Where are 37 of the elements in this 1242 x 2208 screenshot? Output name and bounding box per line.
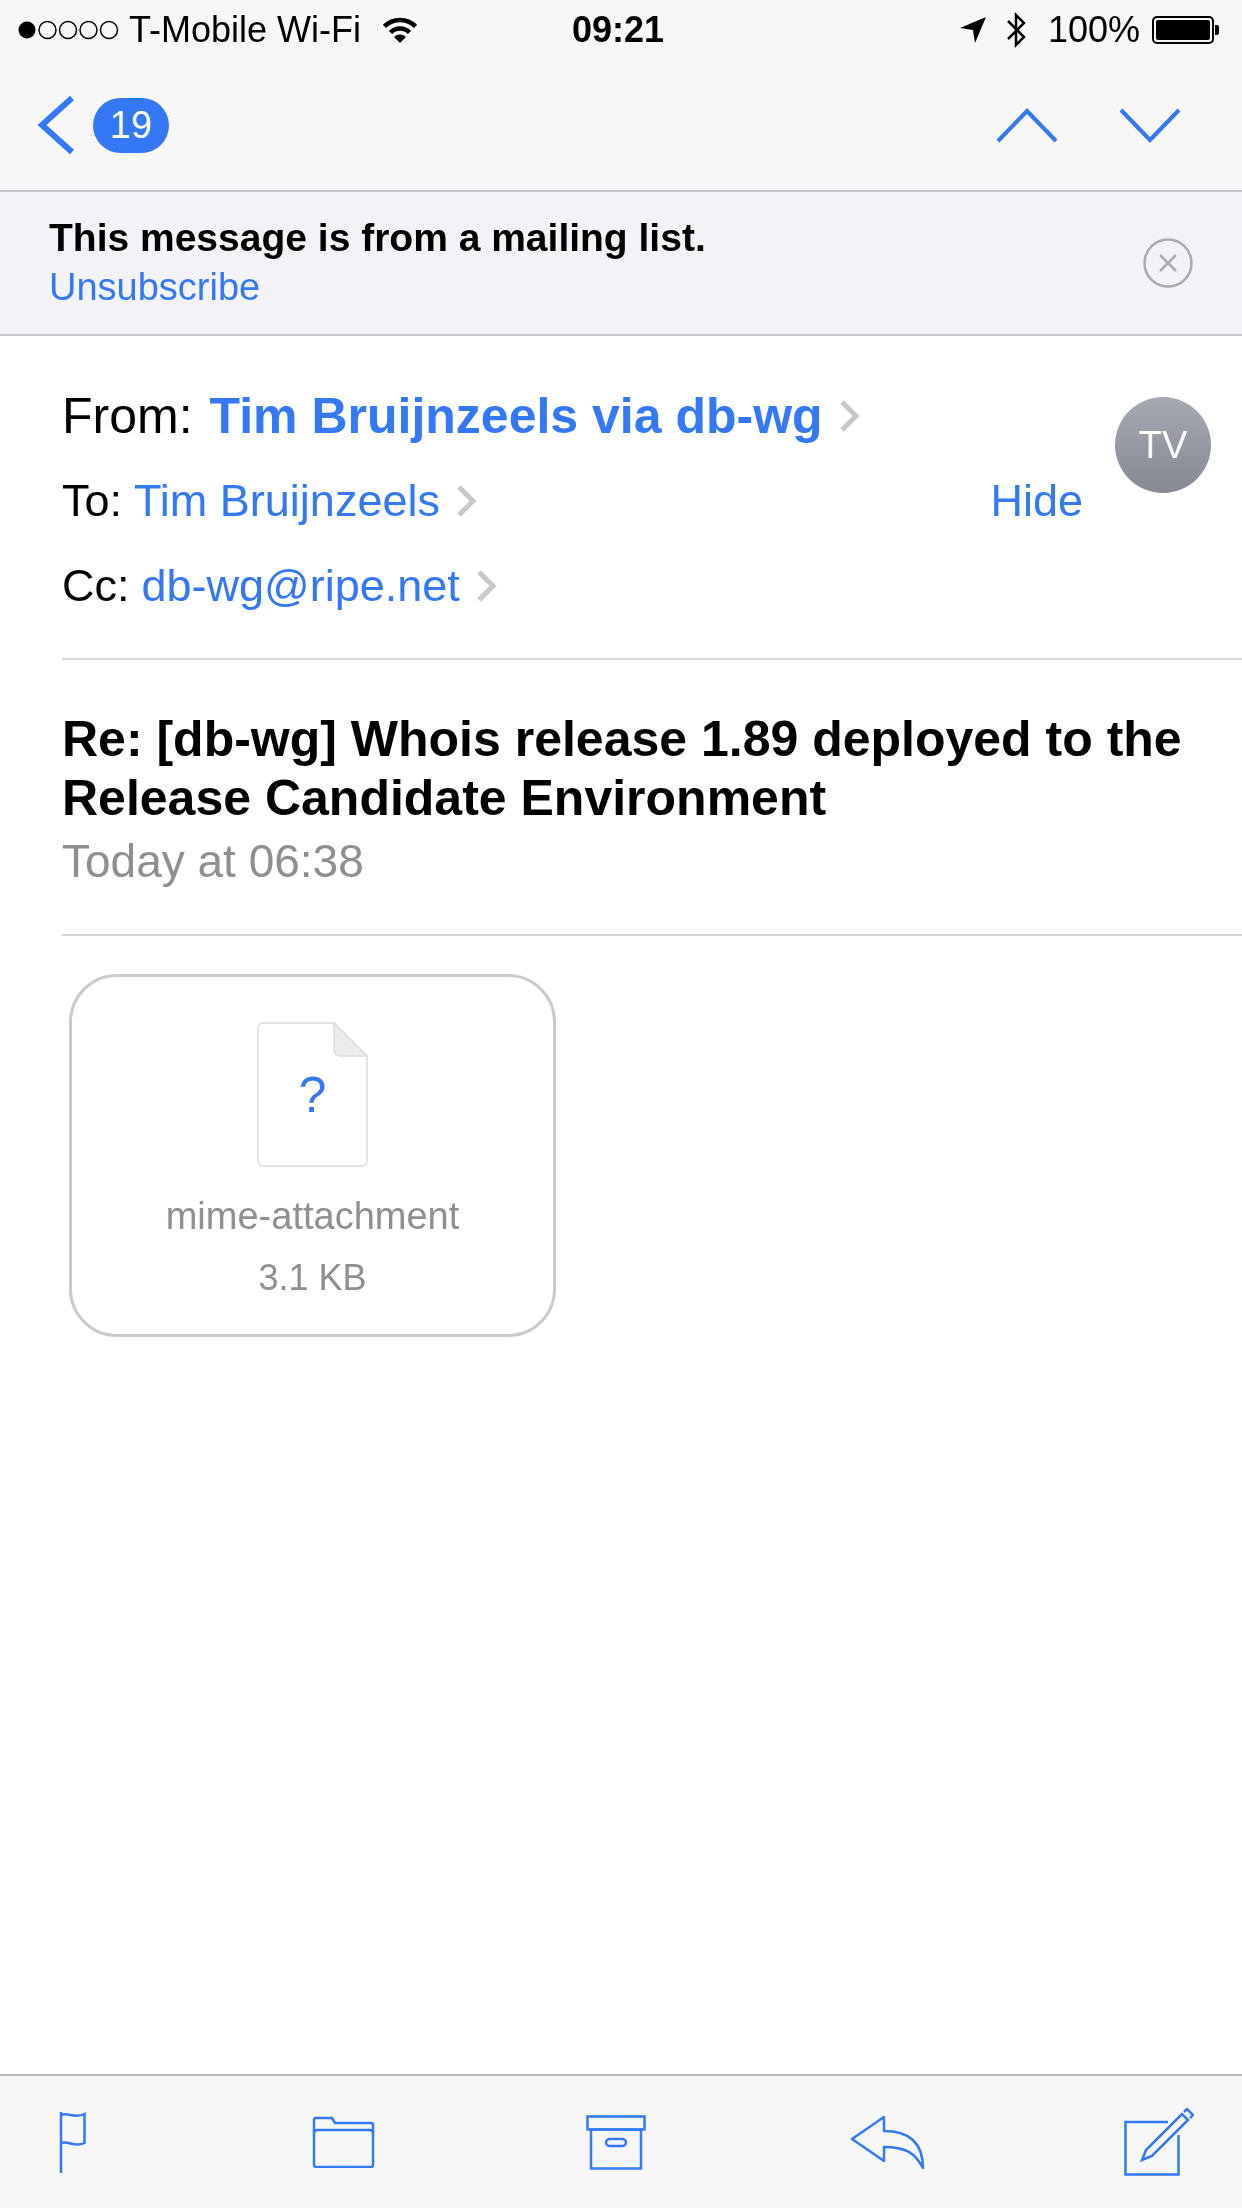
message-date: Today at 06:38 xyxy=(62,834,365,889)
banner-message: This message is from a mailing list. xyxy=(49,215,706,261)
field-label: From: xyxy=(62,386,193,445)
attachment-size: 3.1 KB xyxy=(258,1256,367,1300)
recipient-link[interactable]: Tim Bruijnzeels xyxy=(134,474,440,527)
battery-percent: 100% xyxy=(1047,9,1140,51)
unsubscribe-link[interactable]: Unsubscribe xyxy=(49,264,261,310)
avatar: TV xyxy=(1115,397,1211,493)
message-subject: Re: [db-wg] Whois release 1.89 deployed to the Release Candidate Environment xyxy=(62,710,1183,828)
chevron-down-icon[interactable] xyxy=(1119,107,1181,143)
battery-icon xyxy=(1152,16,1219,44)
flag-icon[interactable] xyxy=(58,2111,86,2173)
reply-icon[interactable] xyxy=(849,2115,925,2169)
carrier-name: T-Mobile Wi-Fi xyxy=(129,9,361,51)
field-label: Cc: xyxy=(62,559,130,612)
folder-icon[interactable] xyxy=(312,2116,376,2168)
archive-box-icon[interactable] xyxy=(585,2114,646,2170)
pencil-square-icon[interactable] xyxy=(1124,2108,1194,2176)
field-label: To: xyxy=(62,474,123,527)
close-icon[interactable] xyxy=(1143,237,1193,288)
chevron-right-icon xyxy=(475,568,497,603)
hide-link[interactable]: Hide xyxy=(990,474,1083,527)
recipient-link[interactable]: db-wg@ripe.net xyxy=(141,559,460,612)
status-time: 09:21 xyxy=(571,9,665,51)
chevron-left-icon[interactable] xyxy=(36,94,76,156)
location-arrow-icon xyxy=(958,16,987,44)
signal-dots-icon xyxy=(17,20,119,40)
file-type-mark: ? xyxy=(298,1069,327,1120)
sender-link[interactable]: Tim Bruijnzeels via db-wg xyxy=(209,386,823,445)
attachment-name: mime-attachment xyxy=(165,1194,460,1239)
chevron-right-icon xyxy=(838,398,860,433)
chevron-right-icon xyxy=(455,483,477,518)
unread-count-badge[interactable]: 19 xyxy=(93,97,169,153)
chevron-up-icon[interactable] xyxy=(996,107,1058,143)
file-icon xyxy=(257,1022,368,1167)
wifi-icon xyxy=(381,16,419,44)
attachment-card[interactable]: ? mime-attachment 3.1 KB xyxy=(69,974,556,1337)
